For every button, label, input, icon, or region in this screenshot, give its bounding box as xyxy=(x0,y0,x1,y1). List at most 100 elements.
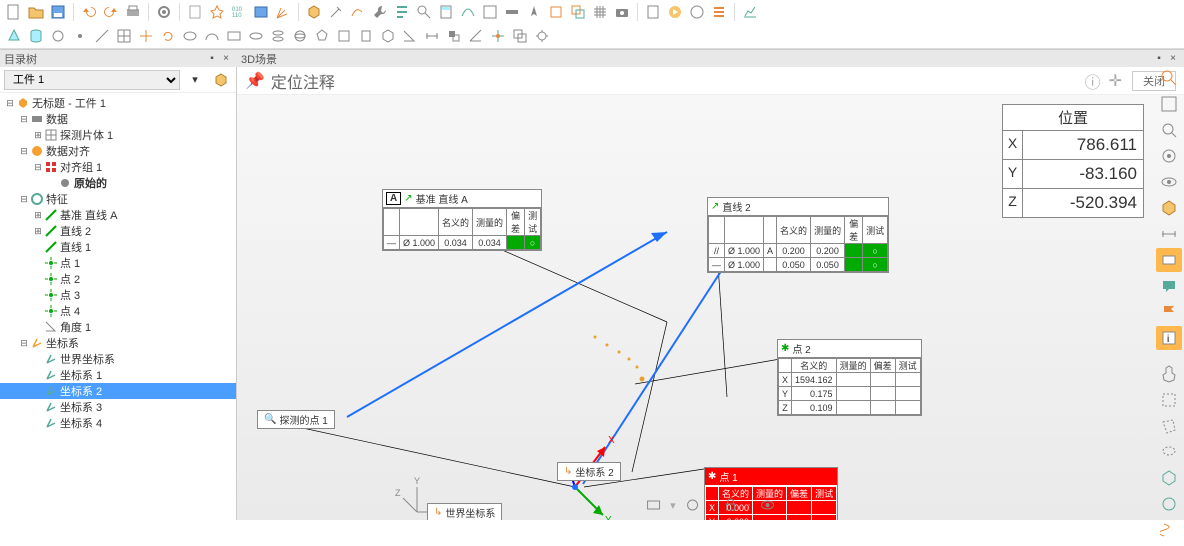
print-icon[interactable] xyxy=(123,2,143,22)
zoom-in-icon[interactable] xyxy=(1156,118,1182,142)
arc-icon[interactable] xyxy=(202,26,222,46)
fit-all-icon[interactable] xyxy=(1156,92,1182,116)
compass-sq-icon[interactable] xyxy=(480,2,500,22)
view-gear-icon[interactable] xyxy=(682,494,704,516)
tree-row[interactable]: 角度 1 xyxy=(0,319,236,335)
view-cube-icon[interactable] xyxy=(1156,196,1182,220)
dash-icon[interactable] xyxy=(502,2,522,22)
move-icon[interactable] xyxy=(136,26,156,46)
compass-icon[interactable] xyxy=(524,2,544,22)
bits-icon[interactable]: 010110 xyxy=(229,2,249,22)
rect-select-icon[interactable] xyxy=(1156,388,1182,412)
tree-row[interactable]: ⊟对齐组 1 xyxy=(0,159,236,175)
flag-icon[interactable] xyxy=(1156,300,1182,324)
pin-icon[interactable] xyxy=(444,26,464,46)
tree-view[interactable]: ⊟无标题 - 工件 1⊟数据⊞探测片体 1⊟数据对齐⊟对齐组 1原始的⊟特征⊞基… xyxy=(0,93,236,520)
poly-select-icon[interactable] xyxy=(1156,414,1182,438)
eye-icon[interactable] xyxy=(757,494,779,516)
axis-star-icon[interactable] xyxy=(273,2,293,22)
tree-row[interactable]: 坐标系 2 xyxy=(0,383,236,399)
tree-row[interactable]: 点 4 xyxy=(0,303,236,319)
tree-row[interactable]: 点 3 xyxy=(0,287,236,303)
tree-row[interactable]: ⊟数据对齐 xyxy=(0,143,236,159)
doc-icon[interactable] xyxy=(185,2,205,22)
gear-sm-icon[interactable] xyxy=(532,26,552,46)
tool-icon[interactable] xyxy=(643,2,663,22)
tree-row[interactable]: ⊟无标题 - 工件 1 xyxy=(0,95,236,111)
cyl-icon[interactable] xyxy=(26,26,46,46)
fit-view-icon[interactable] xyxy=(642,494,664,516)
grid2-icon[interactable] xyxy=(114,26,134,46)
chart-icon[interactable] xyxy=(740,2,760,22)
tree-row[interactable]: 原始的 xyxy=(0,175,236,191)
label-coord-2[interactable]: ↳坐标系 2 xyxy=(557,462,621,481)
open-icon[interactable] xyxy=(26,2,46,22)
info-mode-icon[interactable]: i xyxy=(1156,326,1182,350)
lock-icon[interactable] xyxy=(719,494,741,516)
tree-row[interactable]: ⊟特征 xyxy=(0,191,236,207)
angle2-icon[interactable] xyxy=(466,26,486,46)
pan-icon[interactable] xyxy=(1156,362,1182,386)
crosshair-icon[interactable]: ✛ xyxy=(1109,71,1122,91)
calc-icon[interactable] xyxy=(436,2,456,22)
list-icon[interactable] xyxy=(709,2,729,22)
zoom-icon[interactable] xyxy=(414,2,434,22)
cone-icon[interactable] xyxy=(4,26,24,46)
dropdown-icon[interactable]: ▾ xyxy=(184,69,206,91)
cyl2-icon[interactable] xyxy=(246,26,266,46)
sphere-icon[interactable] xyxy=(48,26,68,46)
tree-row[interactable]: 世界坐标系 xyxy=(0,351,236,367)
wrench-icon[interactable] xyxy=(370,2,390,22)
tree-panel-pin-icon[interactable]: ▪ xyxy=(205,52,219,66)
annotation-mode-icon[interactable] xyxy=(1156,248,1182,272)
stop-icon[interactable] xyxy=(687,2,707,22)
poly2-icon[interactable] xyxy=(334,26,354,46)
line-icon[interactable] xyxy=(92,26,112,46)
dimension-icon[interactable] xyxy=(1156,222,1182,246)
settings-icon[interactable] xyxy=(154,2,174,22)
clip2-icon[interactable] xyxy=(568,2,588,22)
box-icon[interactable] xyxy=(378,26,398,46)
tree-row[interactable]: ⊟坐标系 xyxy=(0,335,236,351)
swap-icon[interactable] xyxy=(488,26,508,46)
clip-icon[interactable] xyxy=(546,2,566,22)
cube2-icon[interactable] xyxy=(70,26,90,46)
layers-icon[interactable] xyxy=(510,26,530,46)
label-probe-point[interactable]: 🔍探测的点 1 xyxy=(257,410,335,429)
rotate-icon[interactable] xyxy=(158,26,178,46)
box-selectit-icon[interactable] xyxy=(1156,466,1182,490)
align-icon[interactable] xyxy=(392,2,412,22)
home-view-icon[interactable] xyxy=(1156,144,1182,168)
zoom-selection-icon[interactable] xyxy=(1156,66,1182,90)
draw-icon[interactable] xyxy=(348,2,368,22)
board-icon[interactable] xyxy=(251,2,271,22)
tree-row[interactable]: 直线 1 xyxy=(0,239,236,255)
visibility-icon[interactable] xyxy=(1156,170,1182,194)
play-icon[interactable] xyxy=(665,2,685,22)
cube-icon[interactable] xyxy=(304,2,324,22)
magic-icon[interactable] xyxy=(326,2,346,22)
sphere-select-icon[interactable] xyxy=(1156,492,1182,516)
poly-icon[interactable] xyxy=(312,26,332,46)
tree-row[interactable]: 坐标系 1 xyxy=(0,367,236,383)
rect-icon[interactable] xyxy=(224,26,244,46)
tree-row[interactable]: 坐标系 3 xyxy=(0,399,236,415)
angle-icon[interactable] xyxy=(400,26,420,46)
curve-icon[interactable] xyxy=(458,2,478,22)
dim-icon[interactable] xyxy=(422,26,442,46)
callout-point-2[interactable]: ✱点 2 名义的测量的偏差测试 X1594.162 Y0.175 Z0.109 xyxy=(777,339,922,416)
stack-icon[interactable] xyxy=(268,26,288,46)
callout-line-2[interactable]: ↗直线 2 名义的测量的偏差测试 //Ø 1.000A0.2000.200○ —… xyxy=(707,197,889,273)
tree-row[interactable]: 点 1 xyxy=(0,255,236,271)
tree-row[interactable]: 坐标系 4 xyxy=(0,415,236,431)
tree-panel-close-icon[interactable]: × xyxy=(219,52,233,66)
undo-icon[interactable] xyxy=(79,2,99,22)
stack2-icon[interactable] xyxy=(290,26,310,46)
star-icon[interactable] xyxy=(207,2,227,22)
workpiece-select[interactable]: 工件 1 xyxy=(4,70,180,90)
comment-icon[interactable] xyxy=(1156,274,1182,298)
tree-row[interactable]: ⊟数据 xyxy=(0,111,236,127)
oval-icon[interactable] xyxy=(180,26,200,46)
camera-icon[interactable] xyxy=(612,2,632,22)
grid-icon[interactable] xyxy=(590,2,610,22)
